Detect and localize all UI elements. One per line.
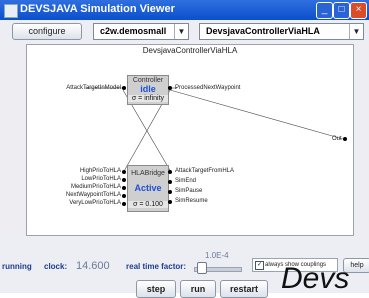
simulation-viewer-window: DEVSJAVA Simulation Viewer _ □ × configu… (0, 0, 369, 298)
restart-button[interactable]: restart (220, 280, 268, 298)
app-icon (4, 4, 18, 18)
chevron-down-icon[interactable]: ▼ (349, 24, 363, 39)
real-time-factor-label: real time factor: (126, 262, 187, 271)
brand-text: Devs (281, 262, 350, 295)
configure-button[interactable]: configure (12, 23, 82, 40)
coupled-output-port: Out (332, 136, 342, 142)
package-select-value: c2w.demosmall (100, 26, 167, 36)
package-select[interactable]: c2w.demosmall ▼ (93, 23, 189, 40)
window-title: DEVSJAVA Simulation Viewer (20, 3, 175, 15)
controller-name: Controller (132, 77, 164, 84)
coupling-lines (85, 87, 344, 174)
hlabridge-sigma: σ = 0.100 (128, 201, 168, 208)
slider-thumb[interactable] (197, 262, 207, 274)
clock-label: clock: (44, 262, 68, 271)
controller-model[interactable]: Controller idle σ = infinity (127, 75, 169, 105)
clock-value: 14.600 (76, 260, 110, 272)
model-select[interactable]: DevsjavaControllerViaHLA ▼ (199, 23, 364, 40)
minimize-button[interactable]: _ (316, 2, 333, 19)
checkmark-icon[interactable]: ✓ (255, 261, 264, 270)
hlabridge-input-port: LowPrioToHLA (81, 176, 121, 182)
hlabridge-input-port: HighPrioToHLA (79, 168, 121, 174)
hlabridge-output-port: SimPause (175, 188, 203, 194)
controller-output-port: ProcessedNextWaypoint (175, 85, 241, 91)
controller-sigma: σ = infinity (128, 95, 168, 102)
port-dot (168, 190, 172, 194)
port-dot (122, 202, 126, 206)
hlabridge-input-port: MediumPrioToHLA (70, 184, 121, 190)
hlabridge-phase: Active (134, 183, 162, 193)
port-dot (168, 86, 172, 90)
hlabridge-model[interactable]: HLABridge Active σ = 0.100 (127, 165, 169, 212)
hlabridge-output-port: SimEnd (175, 178, 197, 184)
controller-phase: idle (140, 84, 156, 94)
controller-input-port: AttackTargetInModel (66, 85, 121, 91)
port-dot (168, 170, 172, 174)
port-dot (343, 137, 347, 141)
port-dot (168, 180, 172, 184)
real-time-factor-value: 1.0E-4 (205, 251, 229, 260)
hlabridge-input-port: NextWaypointToHLA (65, 192, 121, 198)
title-bar: DEVSJAVA Simulation Viewer _ □ × (0, 0, 369, 20)
run-state-label: running (2, 262, 32, 271)
model-select-value: DevsjavaControllerViaHLA (206, 26, 320, 36)
port-dot (122, 86, 126, 90)
port-dot (122, 178, 126, 182)
port-dot (122, 186, 126, 190)
model-canvas: DevsjavaControllerViaHLA Controller idle… (26, 44, 354, 236)
port-dot (122, 194, 126, 198)
hlabridge-name: HLABridge (131, 170, 165, 177)
toolbar: configure c2w.demosmall ▼ DevsjavaContro… (0, 20, 369, 42)
step-button[interactable]: step (136, 280, 176, 298)
hlabridge-input-port: VeryLowPrioToHLA (69, 200, 121, 206)
port-dot (168, 200, 172, 204)
close-button[interactable]: × (350, 2, 367, 19)
hlabridge-output-port: SimResume (175, 198, 208, 204)
chevron-down-icon[interactable]: ▼ (174, 24, 188, 39)
run-button[interactable]: run (180, 280, 216, 298)
port-dot (122, 170, 126, 174)
hlabridge-output-port: AttackTargetFromHLA (175, 168, 235, 174)
maximize-button[interactable]: □ (333, 2, 350, 19)
coupling-line (169, 89, 344, 140)
